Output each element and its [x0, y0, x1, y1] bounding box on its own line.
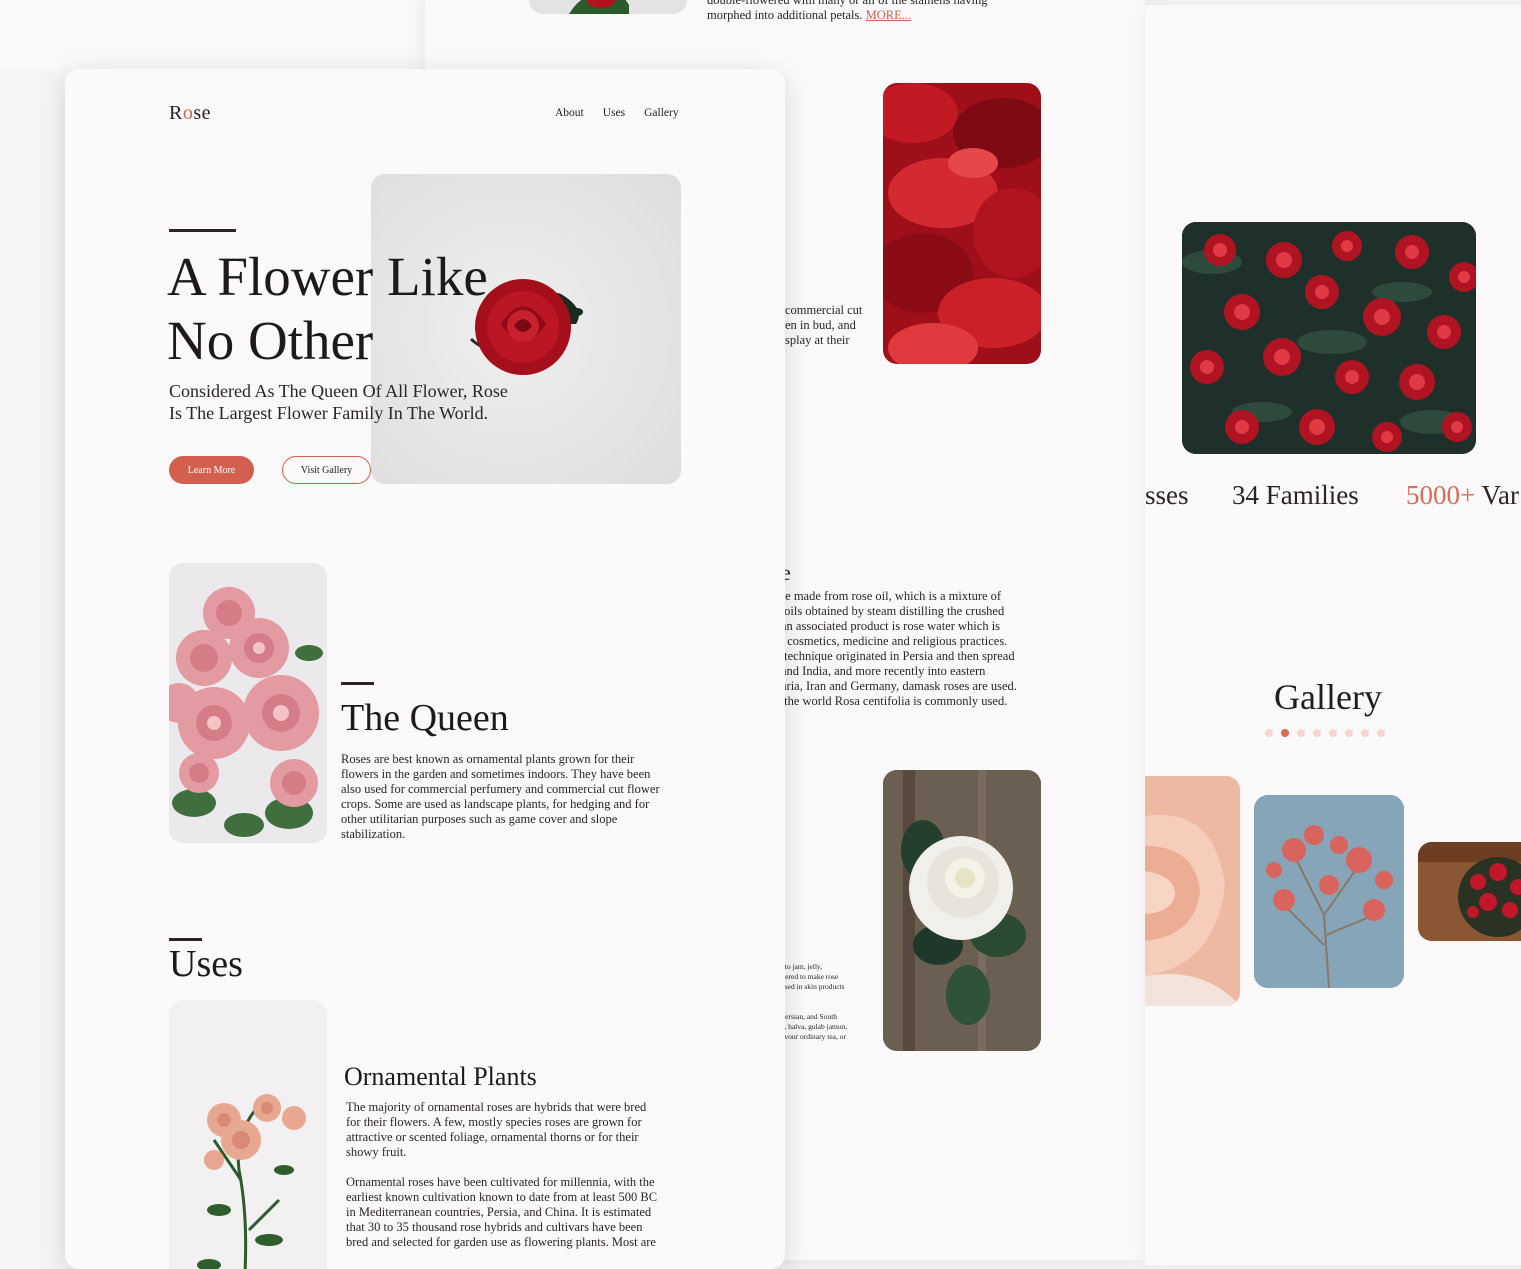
perfume-line-6: and India, and more recently into easter… — [781, 664, 986, 678]
stat-fragment: sses — [1145, 480, 1189, 510]
nav-uses[interactable]: Uses — [603, 107, 625, 119]
ornamental-paragraph-2: Ornamental roses have been cultivated fo… — [346, 1175, 658, 1249]
gallery-red-bouquet-image[interactable] — [1418, 842, 1521, 941]
jam-line-1: nto jam, jelly, — [781, 962, 823, 971]
logo-accent-letter: o — [182, 102, 194, 124]
rose-bush-image — [1182, 222, 1476, 454]
gallery-peach-rose-image[interactable] — [1145, 776, 1240, 1006]
cut-line-3: splay at their — [785, 333, 850, 347]
stat-families: 34 Families — [1232, 480, 1359, 510]
perfume-line-8: the world Rosa centifolia is commonly us… — [781, 694, 1008, 708]
logo-text-end: se — [193, 102, 212, 124]
snippet-line-1: double-flowered with many or all of the … — [707, 0, 988, 7]
learn-more-button[interactable]: Learn More — [169, 456, 254, 484]
queen-rule — [341, 682, 374, 685]
gallery-carousel-dots[interactable] — [1265, 729, 1385, 737]
ornamental-paragraph-1: The majority of ornamental roses are hyb… — [346, 1100, 647, 1159]
hero-title: A Flower Like No Other — [167, 246, 488, 371]
visit-gallery-button[interactable]: Visit Gallery — [282, 456, 371, 484]
more-link[interactable]: MORE... — [866, 8, 912, 22]
queen-title: The Queen — [341, 697, 509, 739]
jam-line-3: used in skin products — [781, 982, 845, 991]
carousel-dot[interactable] — [1329, 729, 1337, 737]
carousel-dot[interactable] — [1361, 729, 1369, 737]
background-sheet-left — [0, 0, 425, 70]
jam-line-2: ltered to make rose — [781, 972, 839, 981]
pink-roses-image — [169, 563, 327, 843]
stat-varieties: 5000+ Var — [1406, 480, 1519, 511]
stat-varieties-number: 5000+ — [1406, 480, 1476, 510]
gallery-pink-flowers-image[interactable] — [1254, 795, 1404, 988]
cut-line-1: commercial cut — [785, 303, 863, 317]
perfume-line-7: aria, Iran and Germany, damask roses are… — [781, 679, 1017, 693]
carousel-dot[interactable] — [1313, 729, 1321, 737]
carousel-dot[interactable] — [1377, 729, 1385, 737]
uses-rule — [169, 938, 202, 941]
perfume-line-2: oils obtained by steam distilling the cr… — [781, 604, 1005, 618]
background-sheet-right — [1145, 5, 1521, 1265]
nav-about[interactable]: About — [555, 107, 584, 119]
gallery-title: Gallery — [1274, 677, 1382, 717]
uses-title: Uses — [169, 943, 243, 985]
top-nav: About Uses Gallery — [555, 107, 679, 119]
perfume-line-4: , cosmetics, medicine and religious prac… — [781, 634, 1008, 648]
snippet-line-2: morphed into additional petals. MORE... — [707, 8, 911, 23]
carousel-dot[interactable] — [1265, 729, 1273, 737]
food-line-3: avour ordinary tea, or — [781, 1032, 846, 1041]
rose-thumbnail-image — [529, 0, 687, 14]
front-page: Rose About Uses Gallery A Flower Like No… — [65, 69, 785, 1269]
logo-text-start: R — [169, 102, 183, 124]
carousel-dot[interactable] — [1297, 729, 1305, 737]
white-rose-image — [883, 770, 1041, 1051]
queen-body: Roses are best known as ornamental plant… — [341, 752, 660, 841]
perfume-line-1: re made from rose oil, which is a mixtur… — [781, 589, 1002, 603]
hero-subtitle: Considered As The Queen Of All Flower, R… — [169, 381, 508, 423]
snippet-text: morphed into additional petals. — [707, 8, 863, 22]
perfume-line-5: technique originated in Persia and then … — [781, 649, 1015, 663]
logo[interactable]: Rose — [169, 102, 211, 125]
food-line-2: a, halva, gulab jamun, — [781, 1022, 848, 1031]
perfume-line-3: an associated product is rose water whic… — [781, 619, 1001, 633]
ornamental-title: Ornamental Plants — [344, 1062, 537, 1091]
cut-line-2: en in bud, and — [785, 318, 856, 332]
food-line-1: Persian, and South — [781, 1012, 838, 1021]
hero-rule — [169, 229, 236, 232]
red-petals-image — [883, 83, 1041, 364]
stat-varieties-label: Var — [1475, 480, 1519, 510]
ornamental-rose-image — [169, 1000, 327, 1269]
carousel-dot[interactable] — [1345, 729, 1353, 737]
carousel-dot-active[interactable] — [1281, 729, 1289, 737]
nav-gallery[interactable]: Gallery — [644, 107, 678, 119]
